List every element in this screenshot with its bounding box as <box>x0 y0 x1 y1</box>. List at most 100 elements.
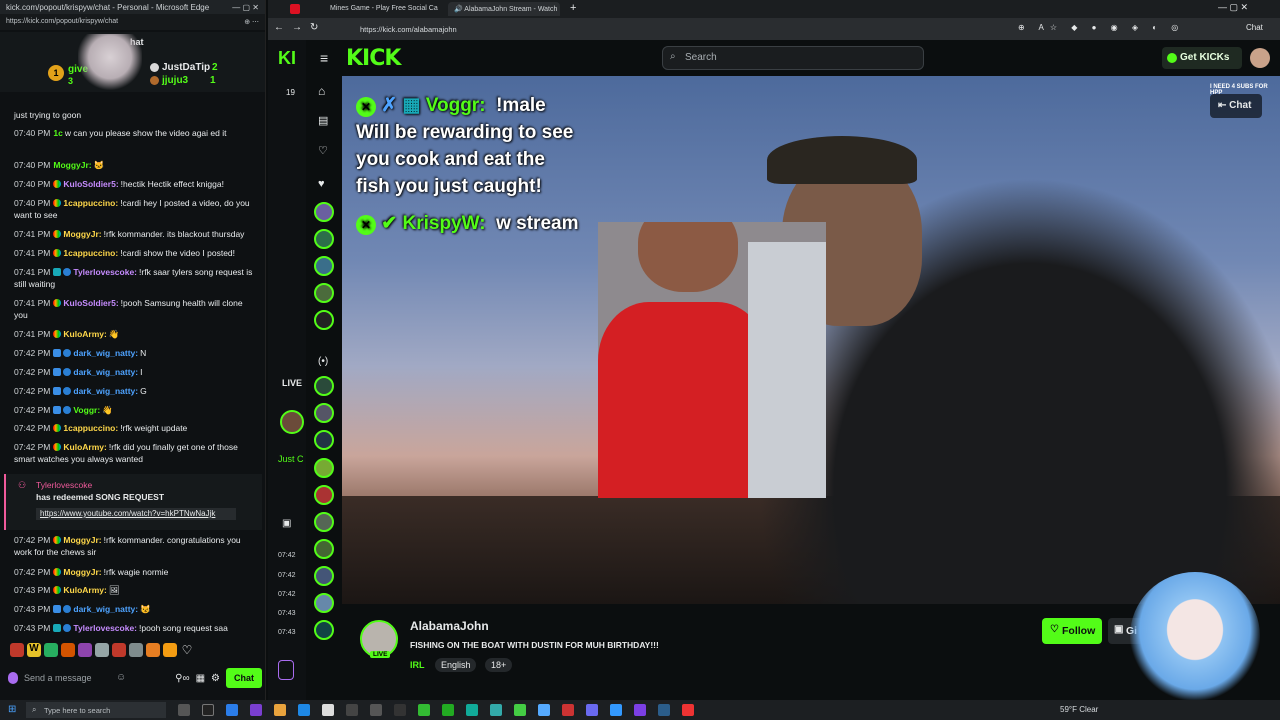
app-icon[interactable] <box>322 704 334 716</box>
followed-channel-avatar[interactable] <box>314 310 334 330</box>
message-user[interactable]: MoggyJr: <box>53 160 91 170</box>
emote-icon[interactable] <box>146 643 160 657</box>
back-icon[interactable]: ← <box>274 22 284 33</box>
left-url-actions-icon[interactable]: ⊕ ⋯ <box>244 18 259 26</box>
follow-button[interactable]: ♡ Follow <box>1042 618 1102 644</box>
message-user[interactable]: dark_wig_natty: <box>73 348 138 358</box>
message-user[interactable]: Voggr: <box>73 405 100 415</box>
address-input[interactable]: https://kick.com/alabamajohn <box>352 22 992 36</box>
settings-gear-icon[interactable]: ⚙ <box>211 673 220 684</box>
extension-icons[interactable]: ⊕ A☆ ◆ ● ◉ ◈ ◐ ◎ <box>1018 23 1184 32</box>
edge-icon[interactable] <box>226 704 238 716</box>
recommended-channel-avatar[interactable] <box>314 376 334 396</box>
tab-mines-game[interactable]: Mines Game - Play Free Social Ca <box>324 2 440 16</box>
mic-icon[interactable] <box>278 660 294 680</box>
recommended-channel-avatar[interactable] <box>314 403 334 423</box>
send-message-input[interactable]: Send a message ☺ <box>4 669 169 687</box>
left-url-bar[interactable]: https://kick.com/popout/krispyw/chat ⊕ ⋯ <box>0 14 265 30</box>
tag-english[interactable]: English <box>434 658 477 672</box>
message-user[interactable]: KuloSoldier5: <box>63 298 118 308</box>
weather-status[interactable]: 59°F Clear <box>1060 705 1098 714</box>
home-icon[interactable]: ⌂ <box>318 84 325 98</box>
app-icon[interactable] <box>418 704 430 716</box>
app-icon[interactable] <box>394 704 406 716</box>
recommended-channel-avatar[interactable] <box>314 430 334 450</box>
refresh-icon[interactable]: ↻ <box>310 22 318 33</box>
streamer-avatar[interactable] <box>280 410 304 434</box>
heart-emote-icon[interactable]: ♡ <box>180 643 194 657</box>
forward-icon[interactable]: → <box>292 22 302 33</box>
recommended-icon[interactable]: (•) <box>318 356 328 367</box>
user-avatar[interactable] <box>1250 48 1270 68</box>
emote-icon[interactable] <box>129 643 143 657</box>
tag-18plus[interactable]: 18+ <box>484 658 513 672</box>
app-icon[interactable] <box>370 704 382 716</box>
message-user[interactable]: MoggyJr: <box>63 567 101 577</box>
gift-icon[interactable]: ▣ <box>282 518 291 529</box>
followed-heart-icon[interactable]: ♥ <box>318 178 325 190</box>
message-user[interactable]: dark_wig_natty: <box>73 386 138 396</box>
recommended-channel-avatar[interactable] <box>314 620 334 640</box>
store-icon[interactable]: ▦ <box>196 673 205 684</box>
emote-icon[interactable] <box>112 643 126 657</box>
window-controls[interactable]: — ▢ ✕ <box>232 3 259 12</box>
menu-icon[interactable]: ≡ <box>320 50 328 66</box>
app-icon[interactable] <box>634 704 646 716</box>
emote-icon[interactable] <box>61 643 75 657</box>
tab-alabamajohn[interactable]: 🔊 AlabamaJohn Stream - Watch <box>448 2 560 16</box>
recommended-channel-avatar[interactable] <box>314 539 334 559</box>
recommended-channel-avatar[interactable] <box>314 566 334 586</box>
followed-channel-avatar[interactable] <box>314 229 334 249</box>
emote-icon[interactable] <box>163 643 177 657</box>
app-icon[interactable] <box>490 704 502 716</box>
emote-icon[interactable] <box>95 643 109 657</box>
message-user[interactable]: KuloArmy: <box>63 329 106 339</box>
message-user[interactable]: dark_wig_natty: <box>73 604 138 614</box>
followed-channel-avatar[interactable] <box>314 202 334 222</box>
task-view-icon[interactable] <box>178 704 190 716</box>
recommended-channel-avatar[interactable] <box>314 458 334 478</box>
message-user[interactable]: 1c <box>53 128 62 138</box>
following-icon[interactable]: ♡ <box>318 144 328 157</box>
message-user[interactable]: 1cappuccino: <box>63 198 118 208</box>
app-icon[interactable] <box>298 704 310 716</box>
emote-icon[interactable]: W <box>27 643 41 657</box>
emoji-icon[interactable]: ☺ <box>116 672 126 683</box>
kick-logo[interactable]: KICK <box>346 46 401 71</box>
app-icon[interactable] <box>682 704 694 716</box>
message-user[interactable]: 1cappuccino: <box>63 423 118 433</box>
app-icon[interactable] <box>610 704 622 716</box>
app-icon[interactable] <box>514 704 526 716</box>
emote-icon[interactable] <box>10 643 24 657</box>
kick-mini-logo[interactable]: KI <box>278 48 296 69</box>
app-icon[interactable] <box>538 704 550 716</box>
message-user[interactable]: KuloArmy: <box>63 442 106 452</box>
app-icon[interactable] <box>346 704 358 716</box>
message-user[interactable]: KuloSoldier5: <box>63 179 118 189</box>
recommended-channel-avatar[interactable] <box>314 485 334 505</box>
discord-icon[interactable] <box>586 704 598 716</box>
chat-toggle-button[interactable]: ⇤ Chat <box>1210 94 1262 118</box>
song-request-link[interactable]: https://www.youtube.com/watch?v=hkPTNwNa… <box>36 508 236 520</box>
app-icon[interactable] <box>250 704 262 716</box>
redeem-user[interactable]: Tylerlovescoke <box>36 480 92 490</box>
message-user[interactable]: Tylerlovescoke: <box>73 623 137 633</box>
recommended-channel-avatar[interactable] <box>314 593 334 613</box>
video-player[interactable]: ✕ ✗ ▦ Voggr: !male Will be rewarding to … <box>342 76 1280 604</box>
browse-icon[interactable]: ▤ <box>318 114 328 127</box>
steam-icon[interactable] <box>658 704 670 716</box>
message-user[interactable]: MoggyJr: <box>63 535 101 545</box>
mic-icon[interactable] <box>8 672 18 684</box>
gift-icon[interactable]: ⚲∞ <box>175 673 189 684</box>
streamer-name[interactable]: AlabamaJohn <box>410 619 489 633</box>
taskbar-search-input[interactable]: ⌕ Type here to search <box>26 702 166 718</box>
followed-channel-avatar[interactable] <box>314 256 334 276</box>
app-icon[interactable] <box>442 704 454 716</box>
message-user[interactable]: Tylerlovescoke: <box>73 267 137 277</box>
message-user[interactable]: MoggyJr: <box>63 229 101 239</box>
copilot-chat-icon[interactable]: Chat <box>1246 23 1263 32</box>
emote-icon[interactable] <box>78 643 92 657</box>
message-user[interactable]: KuloArmy: <box>63 585 106 595</box>
window-controls[interactable]: — ▢ ✕ <box>1218 2 1248 13</box>
recommended-channel-avatar[interactable] <box>314 512 334 532</box>
